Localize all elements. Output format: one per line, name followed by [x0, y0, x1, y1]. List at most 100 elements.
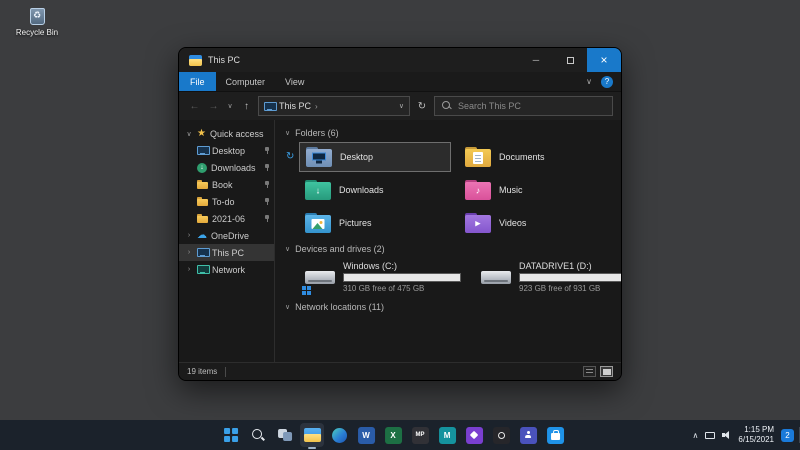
- sidebar-item-2021-06[interactable]: 2021-06: [179, 210, 274, 227]
- folder-name: Documents: [499, 152, 545, 162]
- folders-section-header[interactable]: ∨ Folders (6): [285, 128, 611, 138]
- notification-count-badge[interactable]: 2: [781, 429, 794, 442]
- sidebar-item-desktop[interactable]: Desktop: [179, 142, 274, 159]
- folder-tile-videos[interactable]: ▶ Videos: [459, 208, 611, 238]
- windows-logo-icon: [224, 428, 238, 442]
- folder-tile-desktop[interactable]: ↻ Desktop: [299, 142, 451, 172]
- clock-time: 1:15 PM: [744, 425, 774, 435]
- folder-tile-music[interactable]: ♪ Music: [459, 175, 611, 205]
- network-icon: [197, 265, 208, 274]
- content-pane: ∨ Folders (6) ↻ Desktop: [275, 120, 621, 362]
- history-dropdown-icon[interactable]: ∨: [225, 102, 235, 110]
- start-button[interactable]: [219, 423, 243, 447]
- teams-taskbar-button[interactable]: [516, 423, 540, 447]
- excel-icon: X: [385, 427, 402, 444]
- sidebar-label: Desktop: [212, 146, 245, 156]
- word-taskbar-button[interactable]: W: [354, 423, 378, 447]
- search-input[interactable]: [458, 101, 605, 111]
- media-player-taskbar-button[interactable]: MP: [408, 423, 432, 447]
- folders-grid: ↻ Desktop Documents: [299, 142, 611, 238]
- chevron-down-icon[interactable]: ∨: [185, 130, 193, 138]
- folder-icon: [197, 180, 208, 189]
- sidebar-item-network[interactable]: › Network: [179, 261, 274, 278]
- camera-icon: [493, 427, 510, 444]
- downloads-icon: ↓: [197, 163, 207, 173]
- drives-section-header[interactable]: ∨ Devices and drives (2): [285, 244, 611, 254]
- sidebar-label: To-do: [212, 197, 235, 207]
- close-button[interactable]: ×: [587, 48, 621, 72]
- drive-name: DATADRIVE1 (D:): [519, 261, 621, 271]
- drive-tile-c[interactable]: Windows (C:) 310 GB free of 475 GB: [299, 258, 467, 296]
- excel-taskbar-button[interactable]: X: [381, 423, 405, 447]
- drive-tile-d[interactable]: DATADRIVE1 (D:) 923 GB free of 931 GB: [475, 258, 621, 296]
- forward-button[interactable]: →: [206, 101, 221, 112]
- desktop-folder-icon: [306, 147, 332, 168]
- chevron-down-icon[interactable]: ∨: [285, 245, 290, 253]
- pin-icon: [264, 215, 270, 223]
- search-box[interactable]: [434, 96, 613, 116]
- ribbon-menubar: File Computer View ∨ ?: [179, 72, 621, 92]
- up-button[interactable]: ↑: [239, 101, 254, 112]
- mail-icon: M: [439, 427, 456, 444]
- pin-icon: [264, 198, 270, 206]
- folder-tile-documents[interactable]: Documents: [459, 142, 611, 172]
- windows-flag-icon: [302, 286, 306, 290]
- breadcrumb-chevron-icon[interactable]: ›: [315, 102, 318, 111]
- file-explorer-taskbar-button[interactable]: [300, 423, 324, 447]
- thumbnail-view-toggle[interactable]: [600, 366, 613, 377]
- address-dropdown-icon[interactable]: ∨: [399, 102, 404, 110]
- help-button[interactable]: ?: [601, 76, 613, 88]
- taskbar-clock[interactable]: 1:15 PM 6/15/2021: [738, 425, 774, 445]
- section-label: Devices and drives (2): [295, 244, 385, 254]
- folder-tile-downloads[interactable]: ↓ Downloads: [299, 175, 451, 205]
- maximize-button[interactable]: [553, 48, 587, 72]
- minimize-button[interactable]: ─: [519, 48, 553, 72]
- volume-tray-icon[interactable]: [722, 431, 731, 439]
- chevron-right-icon[interactable]: ›: [185, 249, 193, 256]
- folder-name: Pictures: [339, 218, 372, 228]
- drive-detail: 310 GB free of 475 GB: [343, 284, 461, 293]
- chevron-right-icon[interactable]: ›: [185, 266, 193, 273]
- documents-folder-icon: [465, 147, 491, 168]
- camera-taskbar-button[interactable]: [489, 423, 513, 447]
- chevron-right-icon[interactable]: ›: [185, 232, 193, 239]
- window-titlebar[interactable]: This PC ─ ×: [179, 48, 621, 72]
- sidebar-item-onedrive[interactable]: › ☁ OneDrive: [179, 227, 274, 244]
- task-view-button[interactable]: [273, 423, 297, 447]
- back-button[interactable]: ←: [187, 101, 202, 112]
- chevron-down-icon[interactable]: ∨: [285, 303, 290, 311]
- store-taskbar-button[interactable]: [543, 423, 567, 447]
- folder-tile-pictures[interactable]: Pictures: [299, 208, 451, 238]
- sidebar-label: Downloads: [211, 163, 256, 173]
- section-label: Network locations (11): [295, 302, 384, 312]
- sidebar-item-todo[interactable]: To-do: [179, 193, 274, 210]
- window-controls: ─ ×: [519, 48, 621, 72]
- sidebar-item-book[interactable]: Book: [179, 176, 274, 193]
- sidebar-item-this-pc[interactable]: › This PC: [179, 244, 274, 261]
- ribbon-expand-chevron-icon[interactable]: ∨: [586, 77, 592, 86]
- taskbar-search-button[interactable]: [246, 423, 270, 447]
- sidebar-item-downloads[interactable]: ↓ Downloads: [179, 159, 274, 176]
- recycle-bin-desktop-icon[interactable]: ♻ Recycle Bin: [10, 8, 64, 37]
- edge-taskbar-button[interactable]: [327, 423, 351, 447]
- hard-drive-icon: [305, 267, 335, 288]
- menu-file[interactable]: File: [179, 72, 216, 91]
- address-breadcrumb[interactable]: This PC: [279, 101, 311, 111]
- hidden-icons-chevron-icon[interactable]: ∧: [693, 431, 699, 440]
- details-view-toggle[interactable]: [583, 366, 596, 377]
- address-bar[interactable]: This PC › ∨: [258, 96, 410, 116]
- sidebar-item-quick-access[interactable]: ∨ ★ Quick access: [179, 125, 274, 142]
- menu-computer[interactable]: Computer: [216, 72, 276, 91]
- display-tray-icon[interactable]: [705, 432, 715, 439]
- folder-name: Downloads: [339, 185, 384, 195]
- chevron-down-icon[interactable]: ∨: [285, 129, 290, 137]
- photos-taskbar-button[interactable]: [462, 423, 486, 447]
- maximize-icon: [567, 57, 574, 64]
- menu-view[interactable]: View: [275, 72, 314, 91]
- desktop-icon: [197, 146, 208, 155]
- mail-taskbar-button[interactable]: M: [435, 423, 459, 447]
- file-explorer-window: This PC ─ × File Computer View ∨ ? ← → ∨…: [178, 47, 622, 381]
- refresh-button[interactable]: ↻: [414, 101, 430, 112]
- network-locations-section-header[interactable]: ∨ Network locations (11): [285, 302, 611, 312]
- downloads-folder-icon: ↓: [305, 180, 331, 201]
